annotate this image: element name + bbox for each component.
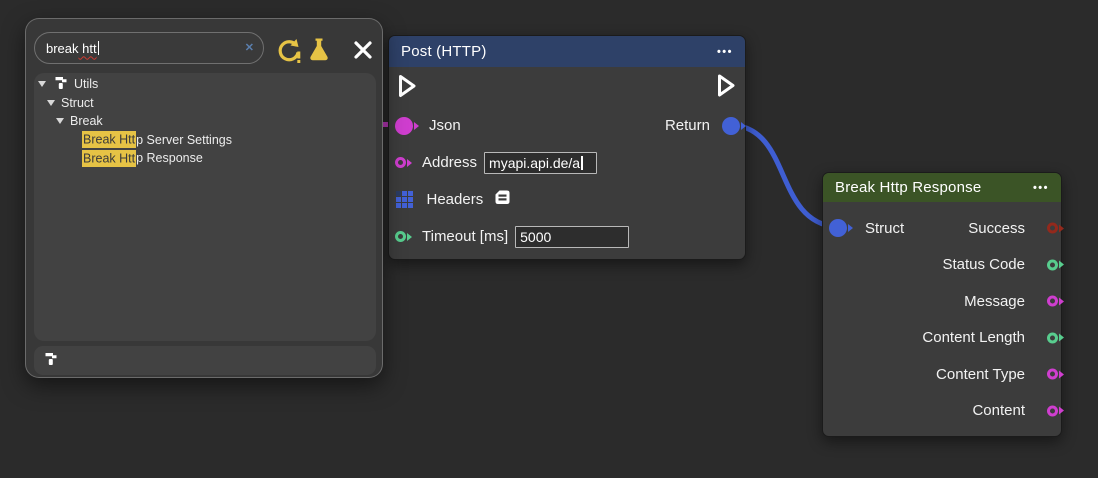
- timeout-input-port[interactable]: [395, 231, 406, 242]
- content-port-label: Content: [972, 402, 1025, 419]
- row-content-length: Content Length: [823, 320, 1061, 357]
- node-search-panel: break htt ✕: [25, 18, 383, 378]
- node-menu-button[interactable]: •••: [1033, 182, 1049, 194]
- message-port-label: Message: [964, 293, 1025, 310]
- row-message: Message: [823, 283, 1061, 320]
- search-input[interactable]: break htt ✕: [34, 32, 264, 64]
- search-text: break htt: [46, 41, 97, 56]
- timeout-port-label: Timeout [ms]: [422, 228, 508, 245]
- row-json-return: Json Return: [389, 107, 745, 144]
- node-post-http-header[interactable]: Post (HTTP) •••: [389, 36, 745, 67]
- text-caret: [98, 41, 100, 55]
- hammer-icon: [44, 351, 58, 371]
- row-headers: Headers: [389, 181, 745, 218]
- search-match-highlight: Break Htt: [82, 150, 136, 167]
- row-status-code: Status Code: [823, 247, 1061, 284]
- node-break-http-response[interactable]: Break Http Response ••• Struct Success S…: [822, 172, 1062, 437]
- tree-item-break[interactable]: Break: [34, 112, 376, 131]
- exec-in-pin[interactable]: [397, 73, 418, 104]
- content-type-output-port[interactable]: [1047, 369, 1058, 380]
- message-output-port[interactable]: [1047, 296, 1058, 307]
- wire-return-to-struct[interactable]: [733, 125, 836, 227]
- row-struct-success: Struct Success: [823, 210, 1061, 247]
- exec-out-pin[interactable]: [716, 73, 737, 104]
- row-content: Content: [823, 393, 1061, 430]
- struct-grid-icon[interactable]: [396, 191, 413, 208]
- search-results-tree: Utils Struct Break Break Http Server Set…: [34, 73, 376, 341]
- address-input-port[interactable]: [395, 157, 406, 168]
- chevron-down-icon[interactable]: [56, 118, 64, 124]
- close-icon[interactable]: [348, 35, 378, 65]
- clear-search-icon[interactable]: ✕: [245, 41, 254, 54]
- success-port-label: Success: [968, 220, 1025, 237]
- node-menu-button[interactable]: •••: [717, 46, 733, 58]
- node-editor-canvas: Post (HTTP) ••• Json Return: [0, 0, 1098, 478]
- headers-port-label: Headers: [427, 191, 484, 208]
- tree-item-label: Break: [70, 114, 103, 128]
- json-port-label: Json: [429, 117, 461, 134]
- node-title: Post (HTTP): [401, 43, 717, 60]
- tree-item-label: Utils: [74, 77, 98, 91]
- tree-item-break-http-response[interactable]: Break Http Response: [34, 149, 376, 168]
- address-field[interactable]: myapi.api.de/a: [484, 152, 597, 174]
- return-port-label: Return: [665, 117, 710, 134]
- timeout-field[interactable]: 5000: [515, 226, 629, 248]
- selected-category-bar[interactable]: [34, 346, 376, 375]
- json-input-port[interactable]: [395, 117, 413, 135]
- content-type-port-label: Content Type: [936, 366, 1025, 383]
- chevron-down-icon[interactable]: [38, 81, 46, 87]
- struct-port-label: Struct: [865, 220, 904, 237]
- status-code-output-port[interactable]: [1047, 259, 1058, 270]
- hammer-icon: [54, 75, 68, 93]
- address-port-label: Address: [422, 154, 477, 171]
- chevron-down-icon[interactable]: [47, 100, 55, 106]
- tree-item-break-http-server-settings[interactable]: Break Http Server Settings: [34, 131, 376, 150]
- document-icon[interactable]: [493, 189, 511, 211]
- status-code-port-label: Status Code: [942, 256, 1025, 273]
- node-post-http[interactable]: Post (HTTP) ••• Json Return: [388, 35, 746, 260]
- row-content-type: Content Type: [823, 356, 1061, 393]
- tree-item-struct[interactable]: Struct: [34, 94, 376, 113]
- flask-icon[interactable]: [304, 35, 334, 65]
- row-address: Address myapi.api.de/a: [389, 144, 745, 181]
- search-match-highlight: Break Htt: [82, 131, 136, 148]
- content-length-port-label: Content Length: [922, 329, 1025, 346]
- tree-item-label: Struct: [61, 96, 94, 110]
- row-timeout: Timeout [ms] 5000: [389, 218, 745, 255]
- content-length-output-port[interactable]: [1047, 332, 1058, 343]
- return-output-port[interactable]: [722, 117, 740, 135]
- refresh-alert-icon[interactable]: [274, 35, 304, 65]
- success-output-port[interactable]: [1047, 223, 1058, 234]
- text-caret: [581, 156, 583, 170]
- tree-item-utils[interactable]: Utils: [34, 75, 376, 94]
- node-break-header[interactable]: Break Http Response •••: [823, 173, 1061, 202]
- struct-input-port[interactable]: [829, 219, 847, 237]
- content-output-port[interactable]: [1047, 405, 1058, 416]
- node-title: Break Http Response: [835, 179, 1033, 196]
